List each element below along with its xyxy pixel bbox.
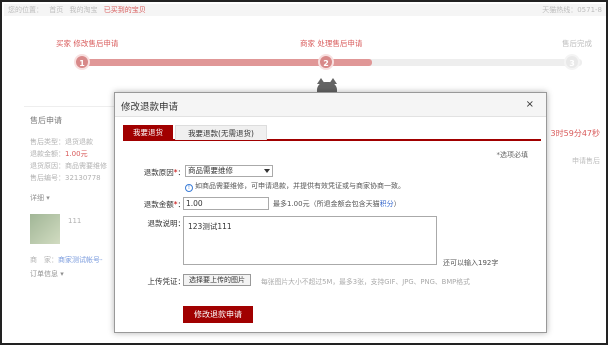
reason-label: 退款原因*： [143,168,185,177]
info-icon: ! [185,184,193,192]
close-icon[interactable]: × [526,99,534,110]
reason-tip: ! 如商品需要维修，可申请退款，并提供有效凭证或与商家协商一致。 [185,181,405,192]
dialog-header: 修改退款申请 × [115,93,546,117]
edit-refund-dialog: 修改退款申请 × 我要退货 我要退款(无需退货) *选项必填 退款原因*： 商品… [114,92,547,333]
refund-type-tabs: 我要退货 我要退款(无需退货) [123,125,541,141]
upload-label: 上传凭证： [147,277,186,286]
dialog-title: 修改退款申请 [121,102,179,113]
amount-note: 最多1.00元（所退金额会包含天猫积分） [273,200,401,208]
desc-label: 退款说明： [147,219,186,228]
refund-description-textarea[interactable]: 123测试111 [183,216,437,265]
refund-amount-input[interactable]: 1.00 [183,197,269,210]
upload-image-button[interactable]: 选择要上传的图片 [183,274,251,286]
chevron-down-icon [264,169,270,173]
submit-edit-refund-button[interactable]: 修改退款申请 [183,306,253,323]
tab-refund-only[interactable]: 我要退款(无需退货) [175,125,267,140]
amount-label: 退款金额*： [143,200,185,209]
upload-note: 每张图片大小不超过5M，最多3张，支持GIF、JPG、PNG、BMP格式 [261,278,470,286]
reason-select[interactable]: 商品需要维修 [185,165,273,177]
tab-return-goods[interactable]: 我要退货 [123,125,173,140]
app-frame: 您的位置： 首页 我的淘宝 已买到的宝贝 天猫热线：0571-8 买家 修改售后… [0,0,608,345]
remaining-chars: 还可以输入192字 [443,259,499,267]
required-note: *选项必填 [496,151,529,159]
reason-select-value: 商品需要维修 [188,166,233,175]
points-link[interactable]: 积分 [380,200,394,208]
